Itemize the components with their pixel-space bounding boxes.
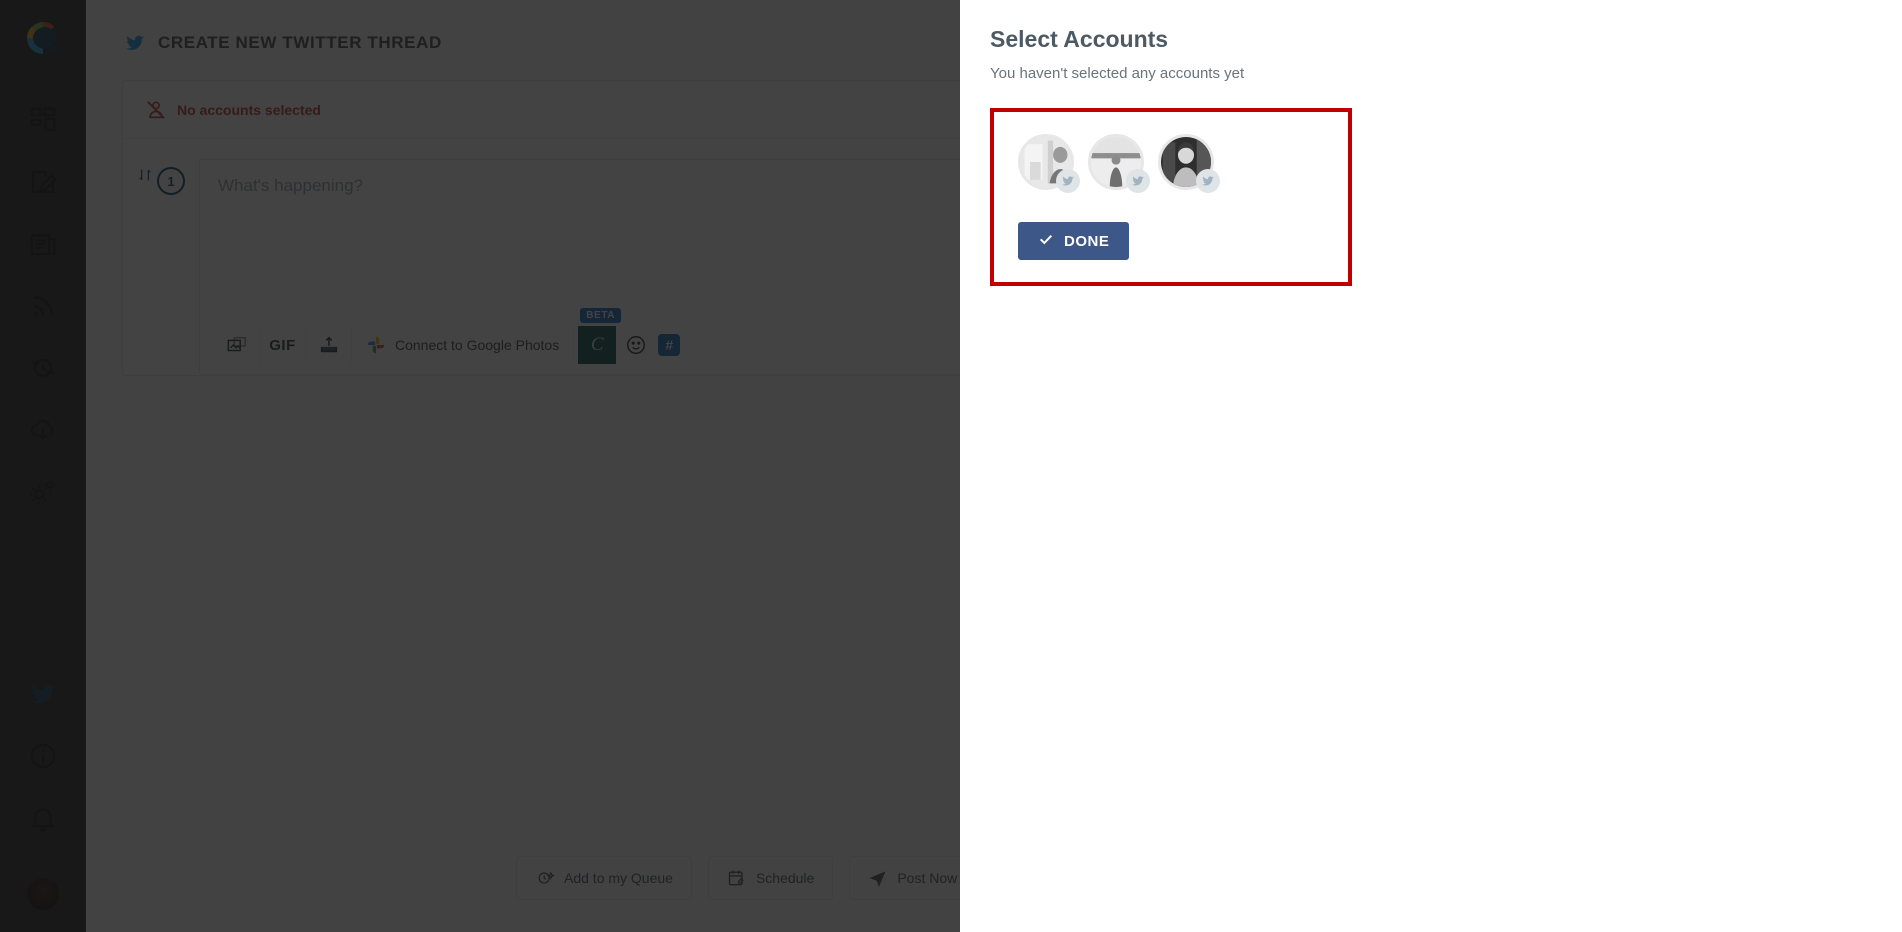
panel-title: Select Accounts <box>990 26 1169 52</box>
account-avatar-3[interactable] <box>1158 134 1220 193</box>
account-avatar-list <box>1018 134 1326 193</box>
select-accounts-panel: Select Accounts You haven't selected any… <box>960 0 1902 932</box>
twitter-badge-icon <box>1056 169 1080 193</box>
account-avatar-1[interactable] <box>1018 134 1080 193</box>
twitter-badge-icon <box>1196 169 1220 193</box>
done-label: DONE <box>1064 232 1110 250</box>
panel-subtitle: You haven't selected any accounts yet <box>990 65 1245 82</box>
done-button[interactable]: DONE <box>1018 222 1130 260</box>
modal-dim-overlay[interactable] <box>0 0 960 932</box>
accounts-highlight-box: DONE <box>990 108 1352 286</box>
check-icon <box>1038 231 1054 251</box>
account-avatar-2[interactable] <box>1088 134 1150 193</box>
twitter-badge-icon <box>1126 169 1150 193</box>
